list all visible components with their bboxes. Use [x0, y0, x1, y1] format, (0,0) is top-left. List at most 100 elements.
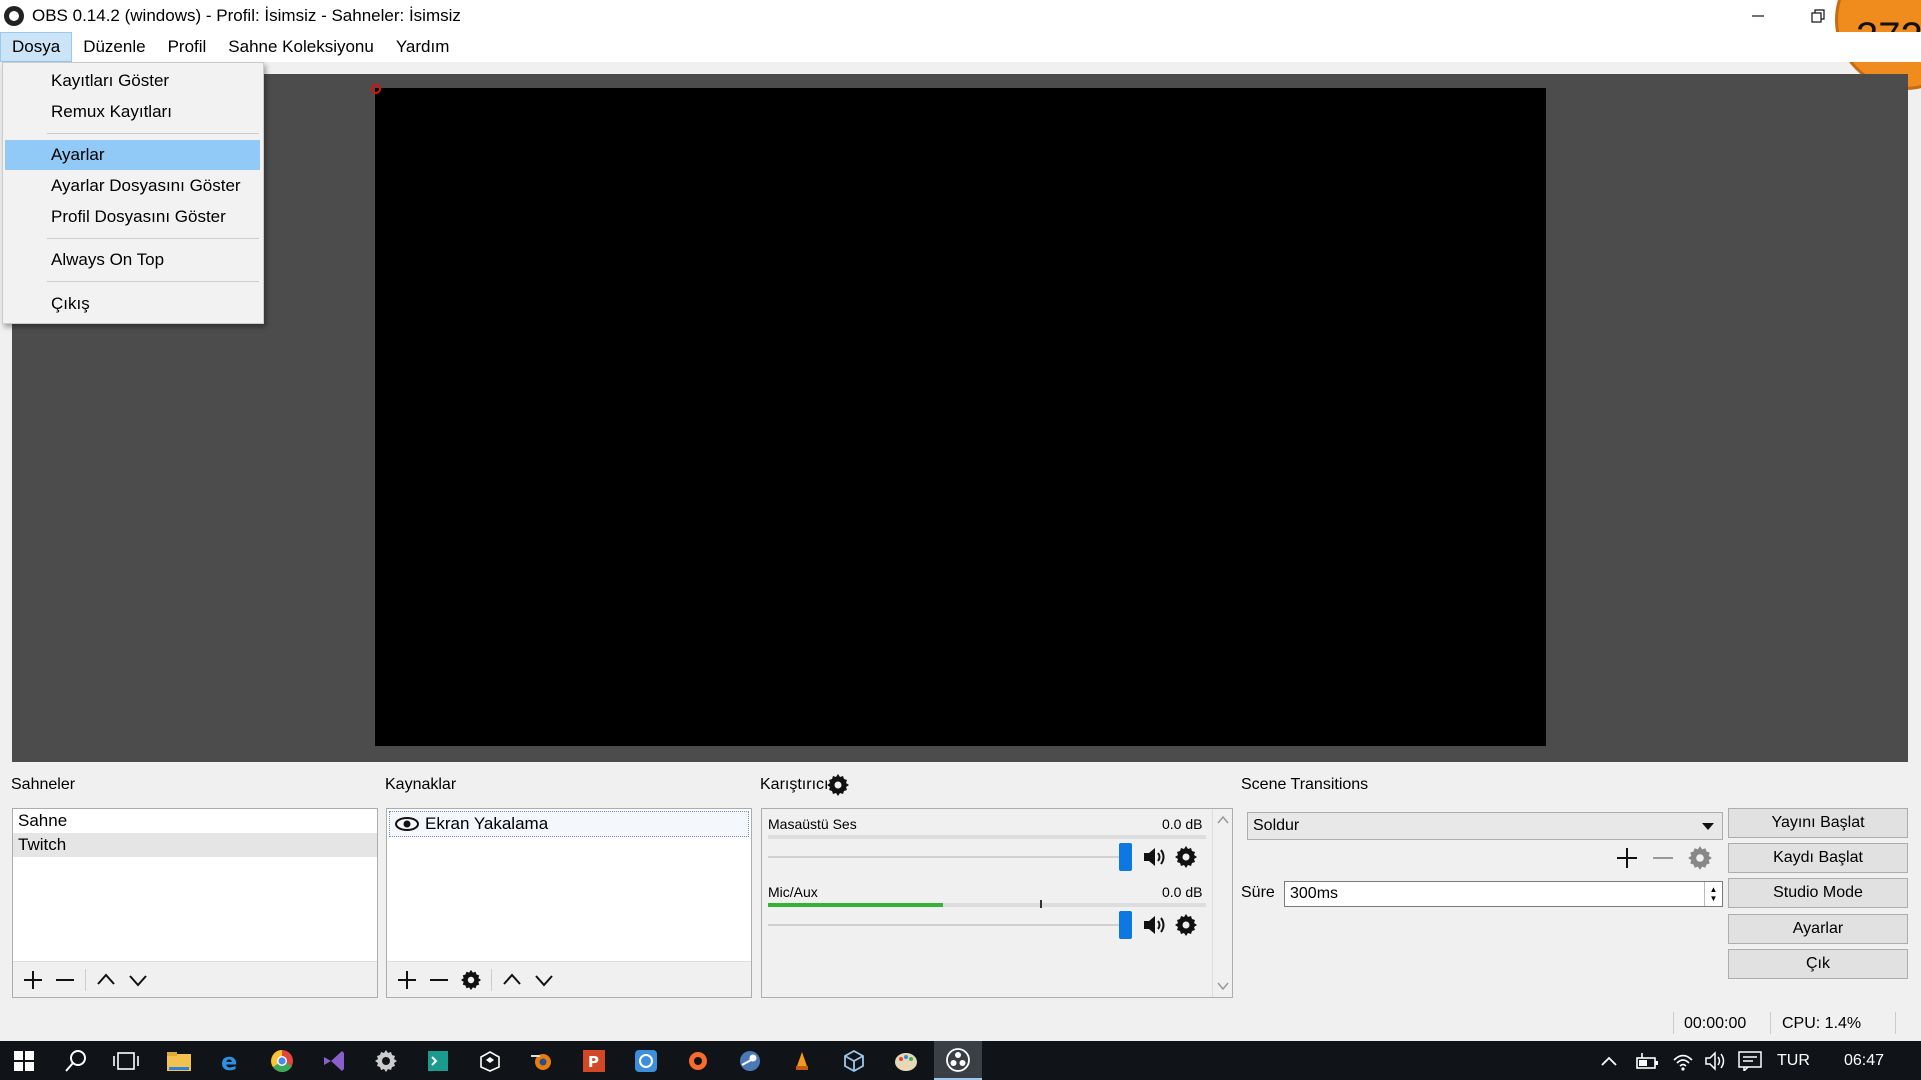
status-divider: [1770, 1012, 1771, 1034]
move-scene-up-button[interactable]: [90, 964, 122, 996]
settings-button[interactable]: Ayarlar: [1728, 914, 1908, 944]
mixer-channel-db: 0.0 dB: [1162, 884, 1203, 900]
menu-profile[interactable]: Profil: [157, 32, 218, 62]
menu-item-always-on-top[interactable]: Always On Top: [5, 245, 260, 275]
start-button[interactable]: [0, 1041, 48, 1080]
channel-settings-button[interactable]: [1174, 845, 1198, 874]
move-source-down-button[interactable]: [528, 964, 560, 996]
transition-properties-button[interactable]: [1687, 845, 1713, 876]
sources-list[interactable]: Ekran Yakalama: [386, 808, 752, 998]
search-button[interactable]: [52, 1041, 100, 1080]
menu-file[interactable]: Dosya: [0, 32, 73, 62]
edge-browser-icon: e: [221, 1049, 237, 1073]
add-source-button[interactable]: [391, 964, 423, 996]
duration-input[interactable]: 300ms ▲ ▼: [1284, 881, 1723, 907]
taskbar-app-powerpoint[interactable]: P: [570, 1041, 618, 1080]
remove-scene-button[interactable]: [49, 964, 81, 996]
studio-mode-button[interactable]: Studio Mode: [1728, 878, 1908, 908]
transition-select[interactable]: Soldur: [1247, 812, 1723, 840]
volume-slider[interactable]: [768, 856, 1130, 858]
volume-slider-handle[interactable]: [1119, 911, 1132, 939]
restore-icon: [1811, 9, 1825, 23]
visual-studio-icon: [324, 1050, 344, 1071]
scene-item-sahne[interactable]: Sahne: [13, 809, 377, 833]
menu-scene-collection[interactable]: Sahne Koleksiyonu: [217, 32, 385, 62]
scenes-list[interactable]: Sahne Twitch: [12, 808, 378, 998]
source-properties-button[interactable]: [455, 964, 487, 996]
menu-item-show-settings-folder[interactable]: Ayarlar Dosyasını Göster: [5, 171, 260, 201]
chevron-up-icon: [1601, 1056, 1617, 1066]
gear-icon: [1175, 914, 1197, 936]
taskbar-app-origin[interactable]: [674, 1041, 722, 1080]
taskbar-app-edge[interactable]: e: [206, 1041, 254, 1080]
move-source-up-button[interactable]: [496, 964, 528, 996]
taskbar-app-visual-studio[interactable]: [310, 1041, 358, 1080]
svg-text:P: P: [588, 1053, 599, 1071]
duration-spinner[interactable]: ▲ ▼: [1704, 882, 1722, 906]
outlook-icon: [635, 1049, 657, 1072]
move-scene-down-button[interactable]: [122, 964, 154, 996]
taskbar-app-steam[interactable]: [726, 1041, 774, 1080]
spin-down-icon[interactable]: ▼: [1710, 894, 1718, 903]
chrome-icon: [271, 1049, 293, 1072]
menu-item-settings[interactable]: Ayarlar: [5, 140, 260, 170]
remove-source-button[interactable]: [423, 964, 455, 996]
source-item[interactable]: Ekran Yakalama: [389, 811, 749, 837]
mixer-label: Karıştırıcı: [760, 776, 829, 793]
taskbar-app-shell[interactable]: [414, 1041, 462, 1080]
taskbar-app-blender[interactable]: [518, 1041, 566, 1080]
channel-settings-button[interactable]: [1174, 913, 1198, 942]
menu-item-show-profile-folder[interactable]: Profil Dosyasını Göster: [5, 202, 260, 232]
volume-icon: [1705, 1050, 1725, 1071]
spin-up-icon[interactable]: ▲: [1710, 885, 1718, 894]
volume-slider-handle[interactable]: [1119, 843, 1132, 871]
taskbar-app-outlook[interactable]: [622, 1041, 670, 1080]
mute-button[interactable]: [1142, 845, 1168, 874]
taskbar-app-paint[interactable]: [882, 1041, 930, 1080]
duration-input-value: 300ms: [1290, 885, 1339, 902]
taskbar-app-unity[interactable]: [466, 1041, 514, 1080]
minimize-icon: [1752, 15, 1764, 17]
preview-canvas[interactable]: [375, 88, 1546, 746]
mixer-scrollbar[interactable]: [1212, 809, 1232, 997]
gear-icon: [827, 774, 849, 796]
menu-separator: [47, 281, 259, 282]
title-bar: OBS 0.14.2 (windows) - Profil: İsimsiz -…: [0, 0, 1921, 32]
taskbar-app-game[interactable]: [778, 1041, 826, 1080]
mixer-settings-button[interactable]: [826, 773, 850, 802]
menu-edit[interactable]: Düzenle: [72, 32, 156, 62]
taskbar-app-settings[interactable]: [362, 1041, 410, 1080]
show-hidden-icons-button[interactable]: [1600, 1041, 1618, 1080]
task-view-button[interactable]: [102, 1041, 150, 1080]
chevron-up-icon: [97, 972, 115, 985]
clock[interactable]: 06:47: [1844, 1041, 1884, 1080]
status-cpu: CPU: 1.4%: [1782, 1015, 1862, 1032]
volume-slider[interactable]: [768, 924, 1130, 926]
taskbar-app-file-explorer[interactable]: [155, 1041, 203, 1080]
add-scene-button[interactable]: [17, 964, 49, 996]
start-recording-button[interactable]: Kaydı Başlat: [1728, 843, 1908, 873]
add-transition-button[interactable]: [1615, 846, 1639, 875]
menu-help[interactable]: Yardım: [385, 32, 461, 62]
network-tray-button[interactable]: [1672, 1041, 1694, 1080]
exit-button[interactable]: Çık: [1728, 949, 1908, 979]
input-language-indicator[interactable]: TUR: [1777, 1041, 1810, 1080]
mute-button[interactable]: [1142, 913, 1168, 942]
menu-item-exit[interactable]: Çıkış: [5, 289, 260, 319]
taskbar-app-chrome[interactable]: [258, 1041, 306, 1080]
start-streaming-button[interactable]: Yayını Başlat: [1728, 808, 1908, 838]
menu-item-show-recordings[interactable]: Kayıtları Göster: [5, 66, 260, 96]
taskbar-app-obs[interactable]: [934, 1041, 982, 1080]
minus-icon: [56, 978, 74, 981]
remove-transition-button[interactable]: [1651, 846, 1675, 875]
visibility-eye-icon[interactable]: [395, 816, 419, 832]
menu-item-remux-recordings[interactable]: Remux Kayıtları: [5, 97, 260, 127]
scene-item-twitch[interactable]: Twitch: [13, 833, 377, 857]
volume-tray-button[interactable]: [1704, 1041, 1728, 1080]
action-center-button[interactable]: [1738, 1041, 1762, 1080]
taskbar-app-virtualbox[interactable]: [830, 1041, 878, 1080]
minimize-button[interactable]: [1730, 0, 1786, 32]
battery-tray-button[interactable]: [1636, 1041, 1660, 1080]
source-resize-handle[interactable]: [371, 84, 381, 94]
plus-icon: [24, 970, 42, 989]
